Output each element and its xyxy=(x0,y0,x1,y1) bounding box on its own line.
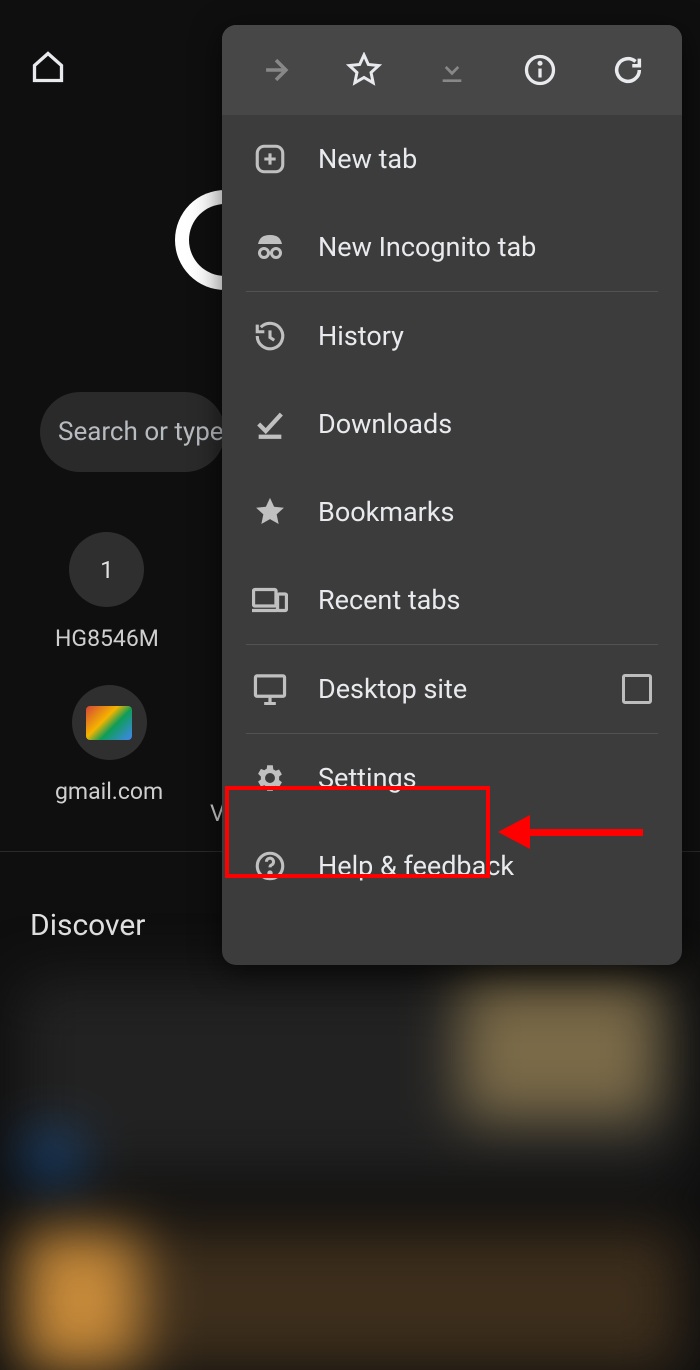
info-icon xyxy=(522,52,558,88)
history-icon xyxy=(252,318,288,354)
menu-item-bookmarks[interactable]: Bookmarks xyxy=(222,468,682,556)
desktop-site-checkbox[interactable] xyxy=(622,674,652,704)
info-button[interactable] xyxy=(520,50,560,90)
menu-item-desktop-site[interactable]: Desktop site xyxy=(222,645,682,733)
star-outline-icon xyxy=(346,52,382,88)
gear-icon xyxy=(252,760,288,796)
shortcut-gmail[interactable]: gmail.com xyxy=(55,685,163,805)
forward-button[interactable] xyxy=(256,50,296,90)
menu-item-help[interactable]: Help & feedback xyxy=(222,822,682,910)
menu-item-new-tab[interactable]: New tab xyxy=(222,115,682,203)
discover-heading: Discover xyxy=(30,908,145,943)
shortcut-label: gmail.com xyxy=(55,778,163,805)
menu-item-label: Desktop site xyxy=(318,673,467,705)
star-filled-icon xyxy=(252,494,288,530)
menu-item-label: Settings xyxy=(318,762,417,794)
download-icon xyxy=(436,54,468,86)
menu-item-incognito[interactable]: New Incognito tab xyxy=(222,203,682,291)
monitor-icon xyxy=(252,671,288,707)
bookmark-star-button[interactable] xyxy=(344,50,384,90)
browser-menu: New tab New Incognito tab History Downlo… xyxy=(222,25,682,965)
menu-item-label: Downloads xyxy=(318,408,452,440)
blurred-feed xyxy=(0,975,700,1370)
reload-icon xyxy=(611,53,645,87)
search-input[interactable]: Search or type URL xyxy=(40,392,225,472)
menu-item-recent-tabs[interactable]: Recent tabs xyxy=(222,556,682,644)
gmail-icon xyxy=(86,706,132,740)
reload-button[interactable] xyxy=(608,50,648,90)
shortcut-hg8546m[interactable]: 1 HG8546M xyxy=(55,532,159,652)
shortcut-label: HG8546M xyxy=(55,625,159,652)
arrow-forward-icon xyxy=(259,53,293,87)
devices-icon xyxy=(252,582,288,618)
home-icon xyxy=(30,49,66,85)
menu-item-label: Help & feedback xyxy=(318,850,514,882)
help-icon xyxy=(252,848,288,884)
download-button[interactable] xyxy=(432,50,472,90)
menu-item-history[interactable]: History xyxy=(222,292,682,380)
shortcut-badge: 1 xyxy=(69,532,144,607)
search-placeholder: Search or type URL xyxy=(58,417,225,447)
shortcut-gmail-circle xyxy=(72,685,147,760)
menu-item-label: New Incognito tab xyxy=(318,231,536,263)
plus-square-icon xyxy=(252,141,288,177)
menu-item-downloads[interactable]: Downloads xyxy=(222,380,682,468)
menu-item-label: History xyxy=(318,320,404,352)
menu-item-settings[interactable]: Settings xyxy=(222,734,682,822)
menu-item-label: New tab xyxy=(318,143,417,175)
downloads-check-icon xyxy=(252,406,288,442)
menu-item-label: Recent tabs xyxy=(318,584,460,616)
incognito-icon xyxy=(252,229,288,265)
menu-item-label: Bookmarks xyxy=(318,496,454,528)
menu-toolbar xyxy=(222,25,682,115)
home-button[interactable] xyxy=(28,47,68,87)
